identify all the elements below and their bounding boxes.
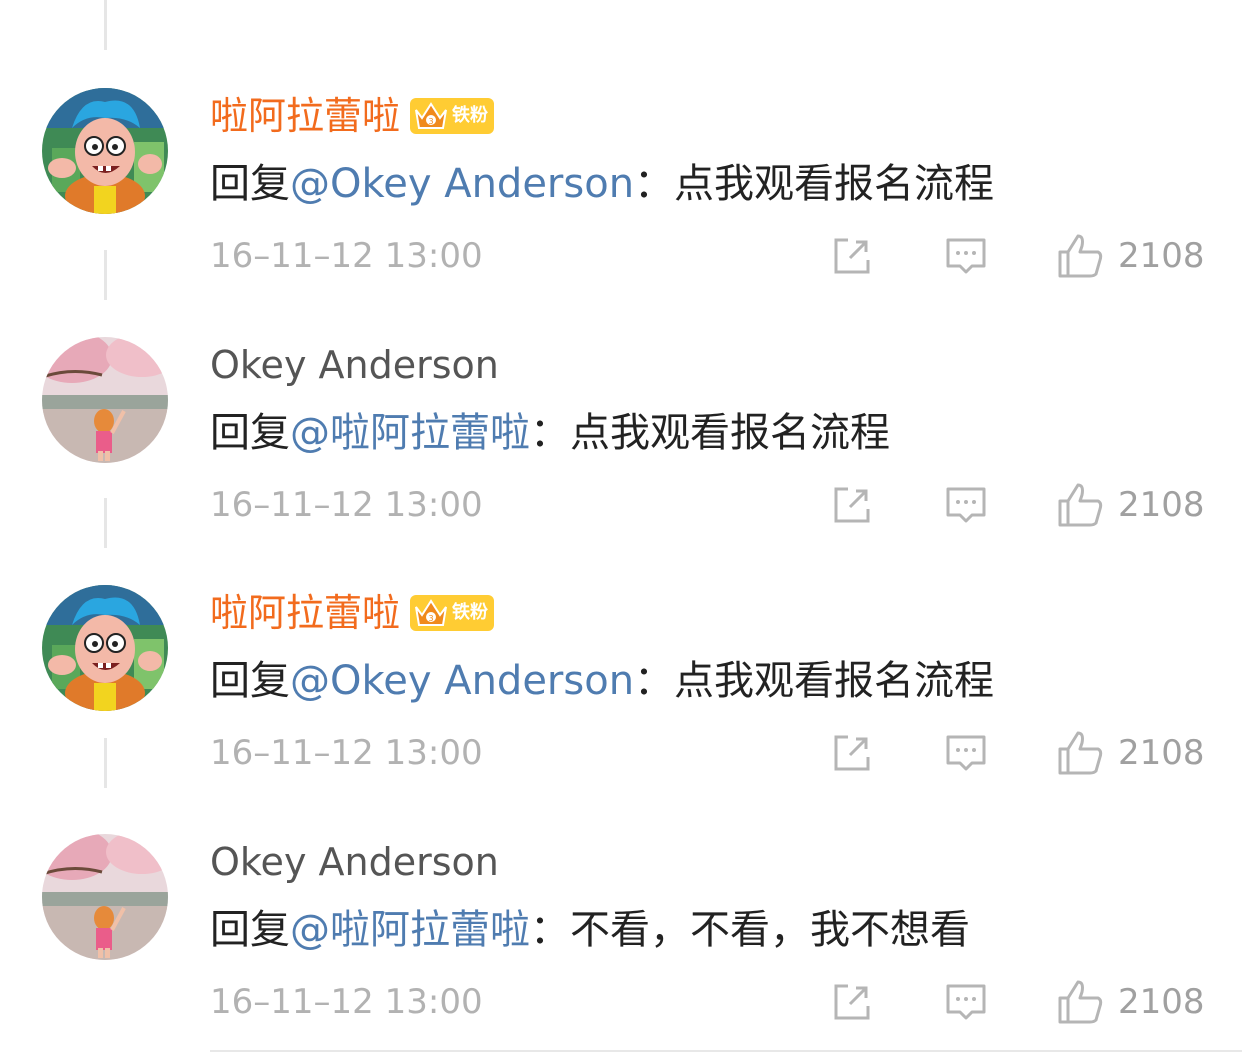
avatar-cartoon[interactable]: [42, 585, 168, 711]
name-row: 啦阿拉蕾啦 3 铁粉: [210, 90, 495, 142]
avatar-photo[interactable]: [42, 834, 168, 960]
svg-text:3: 3: [428, 117, 433, 126]
share-icon: [834, 984, 870, 1020]
comment-body: 点我观看报名流程: [674, 658, 995, 704]
comment-item: 啦阿拉蕾啦 3 铁粉 回复@Okey Anderson：点我观看报名流程 16–…: [0, 497, 1242, 775]
name-row: Okey Anderson: [210, 836, 499, 888]
bottom-divider: [210, 1050, 1242, 1052]
cartoon-avatar-image: [42, 88, 168, 214]
comment-text: 回复@啦阿拉蕾啦：不看，不看，我不想看: [210, 902, 970, 958]
comment-body: 点我观看报名流程: [674, 161, 995, 207]
mention-link[interactable]: @Okey Anderson: [290, 658, 634, 704]
comment-text: 回复@Okey Anderson：点我观看报名流程: [210, 653, 994, 709]
timestamp: 16–11–12 13:00: [210, 982, 483, 1022]
comment-body: 不看，不看，我不想看: [570, 907, 970, 953]
username[interactable]: 啦阿拉蕾啦: [210, 587, 400, 639]
reply-prefix: 回复: [210, 658, 290, 704]
separator: ：: [634, 161, 675, 207]
mention-link[interactable]: @啦阿拉蕾啦: [290, 907, 530, 953]
fan-badge: 3 铁粉: [410, 595, 495, 631]
comment-item: Okey Anderson 回复@啦阿拉蕾啦：不看，不看，我不想看 16–11–…: [0, 746, 1242, 1024]
separator: ：: [530, 410, 570, 456]
crown-icon: 3: [415, 102, 448, 129]
fan-badge-label: 铁粉: [452, 602, 489, 623]
name-row: Okey Anderson: [210, 339, 499, 391]
reply-prefix: 回复: [210, 410, 290, 456]
photo-avatar-image: [42, 834, 168, 960]
thumbs-up-icon: [1058, 980, 1103, 1024]
fan-badge-label: 铁粉: [452, 105, 489, 126]
username[interactable]: 啦阿拉蕾啦: [210, 90, 400, 142]
like-button[interactable]: 2108: [1056, 976, 1205, 1028]
separator: ：: [530, 907, 570, 953]
reply-prefix: 回复: [210, 161, 290, 207]
separator: ：: [634, 658, 675, 704]
comment-text: 回复@Okey Anderson：点我观看报名流程: [210, 156, 994, 212]
photo-avatar-image: [42, 337, 168, 463]
comment-item: Okey Anderson 回复@啦阿拉蕾啦：点我观看报名流程 16–11–12…: [0, 249, 1242, 527]
username[interactable]: Okey Anderson: [210, 339, 499, 391]
avatar-photo[interactable]: [42, 337, 168, 463]
comment-text: 回复@啦阿拉蕾啦：点我观看报名流程: [210, 405, 890, 461]
crown-icon: 3: [415, 599, 448, 626]
username[interactable]: Okey Anderson: [210, 836, 499, 888]
reply-button[interactable]: [944, 980, 988, 1024]
cartoon-avatar-image: [42, 585, 168, 711]
name-row: 啦阿拉蕾啦 3 铁粉: [210, 587, 495, 639]
avatar-cartoon[interactable]: [42, 88, 168, 214]
mention-link[interactable]: @Okey Anderson: [290, 161, 634, 207]
share-button[interactable]: [830, 980, 874, 1024]
svg-text:3: 3: [428, 614, 433, 623]
mention-link[interactable]: @啦阿拉蕾啦: [290, 410, 530, 456]
like-count: 2108: [1118, 982, 1205, 1022]
fan-badge: 3 铁粉: [410, 98, 495, 134]
comment-body: 点我观看报名流程: [570, 410, 890, 456]
comment-item: 啦阿拉蕾啦 3 铁粉 回复@Okey Anderson：点我观看报名流程 16–…: [0, 0, 1242, 278]
reply-prefix: 回复: [210, 907, 290, 953]
comment-icon: [946, 984, 986, 1020]
comment-meta: 16–11–12 13:00 2108: [210, 974, 1210, 1030]
